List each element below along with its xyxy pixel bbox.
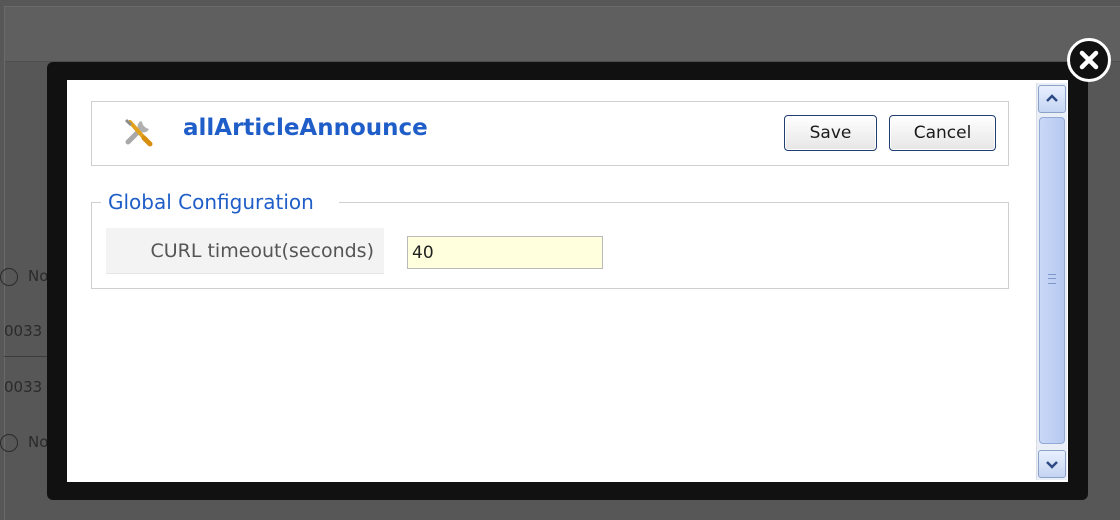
fieldset-legend: Global Configuration [106,190,316,214]
background-row-divider [4,356,48,357]
save-button[interactable]: Save [784,115,877,151]
scroll-up-button[interactable] [1038,85,1066,113]
radio-icon [0,434,18,452]
radio-icon [0,268,18,286]
fieldset-border [339,202,1008,203]
scroll-down-button[interactable] [1038,450,1066,478]
chevron-up-icon [1046,94,1058,102]
wrench-screwdriver-icon [122,116,154,148]
close-button[interactable] [1067,38,1111,82]
chevron-down-icon [1046,461,1058,469]
vertical-scrollbar[interactable] [1036,83,1067,480]
background-cell: 0033 [4,378,43,396]
fieldset-border [91,202,101,203]
modal-title: allArticleAnnounce [183,115,428,141]
modal-toolbar: allArticleAnnounce Save Cancel [91,101,1009,166]
background-cell: 0033 [4,322,43,340]
scrollbar-thumb[interactable] [1039,117,1065,444]
background-header-bar [4,6,1120,62]
cancel-button[interactable]: Cancel [889,115,996,151]
curl-timeout-input[interactable] [407,236,603,269]
background-radio-no: No [0,266,48,286]
close-icon [1079,50,1099,70]
modal-content: allArticleAnnounce Save Cancel Global Co… [67,80,1068,482]
grip-icon [1048,274,1056,284]
page: No 0033 0033 No allArticleAnnounce Save … [0,0,1120,520]
background-radio-no: No [0,432,48,452]
curl-timeout-label: CURL timeout(seconds) [106,228,384,274]
